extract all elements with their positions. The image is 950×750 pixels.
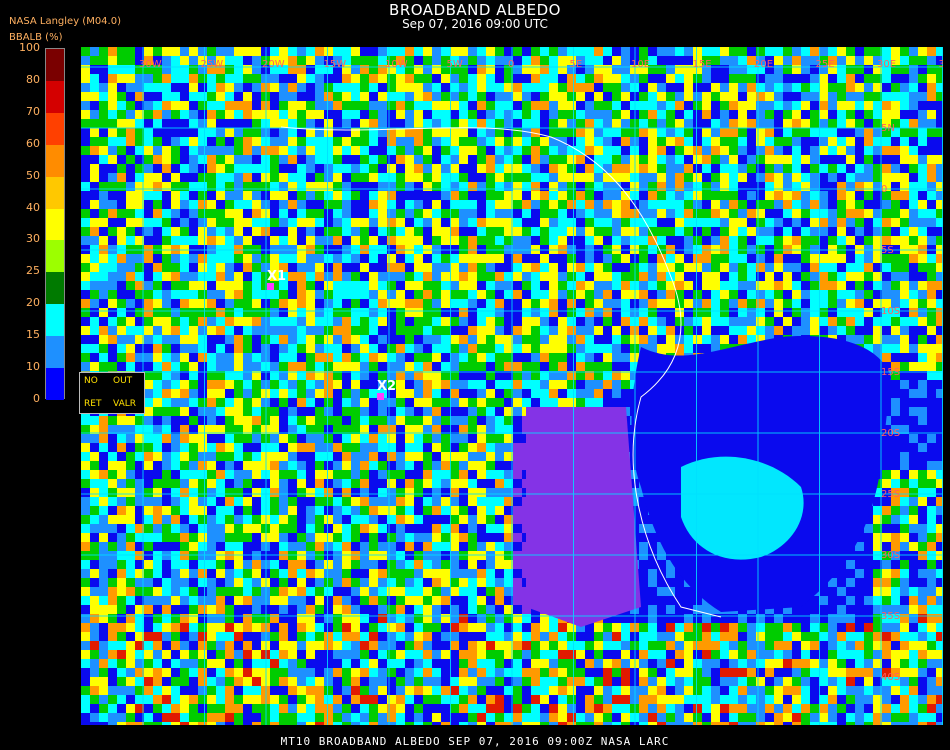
colorbar xyxy=(45,48,65,400)
colorbar-segment xyxy=(46,304,64,337)
legend-no: NO xyxy=(84,376,98,386)
longitude-label: 15E xyxy=(692,59,712,70)
colorbar-segment xyxy=(46,112,64,145)
legend-valr: VALR xyxy=(113,399,137,409)
marker-point xyxy=(267,283,274,290)
legend-ret: RET xyxy=(84,399,102,409)
colorbar-tick-label: 40 xyxy=(26,200,40,214)
colorbar-segment xyxy=(46,49,64,81)
latitude-label: 10S xyxy=(881,306,901,317)
longitude-label: 25E xyxy=(815,59,835,70)
value-legend-box: NO OUT RET VALR xyxy=(79,372,145,414)
colorbar-tick-label: 60 xyxy=(26,136,40,150)
longitude-label: 20W xyxy=(262,59,285,70)
colorbar-tick-label: 20 xyxy=(26,296,40,310)
latitude-label: 5N xyxy=(881,123,895,134)
latitude-label: 0 xyxy=(881,184,888,195)
longitude-label: 5E xyxy=(569,59,583,70)
colorbar-tick-label: 80 xyxy=(26,72,40,86)
longitude-label: 10W xyxy=(385,59,408,70)
longitude-label: 5W xyxy=(446,59,463,70)
latitude-label: 40S xyxy=(881,672,901,683)
longitude-label: 30E xyxy=(877,59,897,70)
longitude-label: 25W xyxy=(200,59,224,70)
colorbar-segment xyxy=(46,368,64,400)
latitude-label: 5S xyxy=(881,245,894,256)
longitude-label: 35E xyxy=(938,59,944,70)
map-panel: 30W 25W 20W 15W 10W 5W 0 5E 10E 15E 20E 25E 30E 35E 5N… xyxy=(81,47,943,725)
colorbar-tick-label: 70 xyxy=(26,104,40,118)
colorbar-segment xyxy=(46,176,64,209)
colorbar-segment xyxy=(46,144,64,177)
colorbar-tick-label: 0 xyxy=(33,392,40,405)
colorbar-segment xyxy=(46,80,64,113)
latitude-label: 30S xyxy=(881,550,901,561)
longitude-label: 0 xyxy=(508,59,515,70)
colorbar-segment xyxy=(46,272,64,305)
legend-out: OUT xyxy=(113,376,133,386)
latitude-label: 25S xyxy=(881,489,901,500)
source-label: NASA Langley (M04.0) xyxy=(9,16,121,27)
colorbar-tick-label: 100 xyxy=(19,41,40,54)
colorbar-tick-label: 30 xyxy=(26,232,40,246)
latitude-label: 15S xyxy=(881,367,901,378)
colorbar-tick-label: 15 xyxy=(26,328,40,342)
latitude-label: 20S xyxy=(881,428,901,439)
colorbar-tick-label: 50 xyxy=(26,168,40,182)
footer-caption: MT10 BROADBAND ALBEDO SEP 07, 2016 09:00… xyxy=(280,735,670,748)
marker-label: X2 xyxy=(377,379,397,394)
colorbar-tick-label: 25 xyxy=(26,264,40,278)
timestamp: Sep 07, 2016 09:00 UTC xyxy=(402,17,548,31)
longitude-label: 10E xyxy=(631,59,651,70)
marker-label: X1 xyxy=(267,269,287,284)
colorbar-segment xyxy=(46,208,64,241)
colorbar-segment xyxy=(46,336,64,369)
colorbar-segment xyxy=(46,240,64,273)
colorbar-tick-label: 10 xyxy=(26,360,40,374)
longitude-label: 30W xyxy=(139,59,162,70)
marker-point xyxy=(377,393,384,400)
clear-ocean-area xyxy=(526,407,641,627)
longitude-label: 20E xyxy=(754,59,774,70)
longitude-label: 15W xyxy=(323,59,347,70)
albedo-map xyxy=(81,47,943,725)
latitude-label: 35S xyxy=(881,611,901,622)
